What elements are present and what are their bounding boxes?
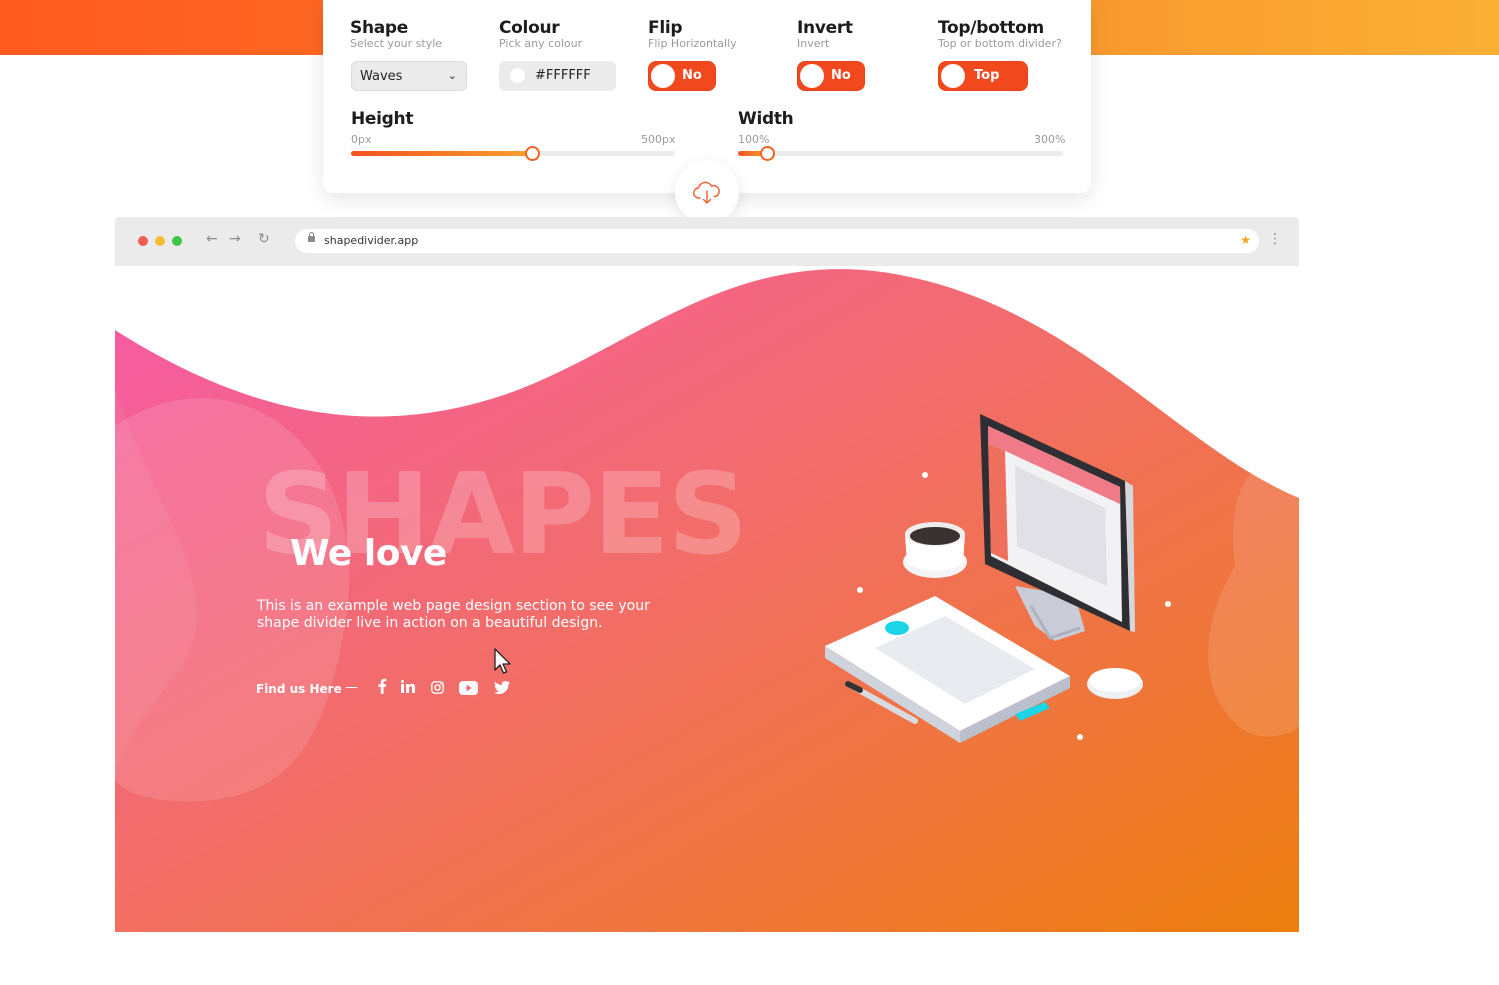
topbottom-toggle-label: Top bbox=[974, 68, 1000, 83]
invert-label: Invert bbox=[797, 18, 853, 38]
lock-icon bbox=[308, 232, 315, 242]
width-slider-thumb[interactable] bbox=[760, 146, 776, 161]
linkedin-icon[interactable] bbox=[401, 680, 415, 693]
facebook-icon[interactable] bbox=[377, 678, 387, 694]
height-slider-fill bbox=[351, 151, 533, 156]
height-slider-thumb[interactable] bbox=[525, 146, 541, 161]
width-slider[interactable] bbox=[738, 146, 1063, 161]
mouse-cursor-icon bbox=[494, 648, 511, 674]
colour-control: Colour Pick any colour bbox=[499, 18, 582, 50]
height-max: 500px bbox=[641, 133, 676, 146]
width-label: Width bbox=[738, 109, 794, 129]
colour-value: #FFFFFF bbox=[535, 68, 591, 83]
toggle-knob bbox=[800, 64, 824, 88]
shape-control: Shape Select your style bbox=[350, 18, 442, 50]
invert-toggle[interactable]: No bbox=[797, 61, 865, 91]
flip-sublabel: Flip Horizontally bbox=[648, 37, 737, 50]
toggle-knob bbox=[941, 64, 965, 88]
toggle-knob bbox=[651, 64, 675, 88]
find-us-label: Find us Here bbox=[256, 682, 342, 696]
height-min: 0px bbox=[351, 133, 372, 146]
colour-sublabel: Pick any colour bbox=[499, 37, 583, 50]
colour-input[interactable]: #FFFFFF bbox=[499, 61, 616, 91]
invert-control: Invert Invert bbox=[797, 18, 853, 50]
forward-arrow-icon[interactable]: → bbox=[229, 231, 241, 247]
topbottom-label: Top/bottom bbox=[938, 18, 1044, 38]
height-slider[interactable] bbox=[351, 146, 675, 161]
window-minimize-dot[interactable] bbox=[155, 236, 165, 246]
download-button[interactable] bbox=[675, 160, 739, 224]
window-maximize-dot[interactable] bbox=[172, 236, 182, 246]
cloud-download-icon bbox=[693, 181, 720, 204]
shape-select[interactable]: Waves ⌄ bbox=[351, 61, 467, 91]
address-bar[interactable]: shapedivider.app ★ bbox=[295, 229, 1259, 253]
flip-control: Flip Flip Horizontally bbox=[648, 18, 737, 50]
invert-toggle-label: No bbox=[831, 68, 851, 83]
hero-section: SHAPES We love This is an example web pa… bbox=[115, 266, 1299, 932]
topbottom-control: Top/bottom Top or bottom divider? bbox=[938, 18, 1062, 50]
height-label: Height bbox=[351, 109, 414, 129]
kebab-menu-icon[interactable]: ⋮ bbox=[1268, 232, 1282, 246]
star-icon[interactable]: ★ bbox=[1240, 233, 1251, 247]
twitter-icon[interactable] bbox=[494, 681, 510, 694]
hero-description: This is an example web page design secti… bbox=[257, 598, 650, 631]
topbottom-sublabel: Top or bottom divider? bbox=[938, 37, 1062, 50]
colour-swatch[interactable] bbox=[510, 68, 525, 83]
topbottom-toggle[interactable]: Top bbox=[938, 61, 1028, 91]
back-arrow-icon[interactable]: ← bbox=[206, 231, 218, 247]
youtube-icon[interactable] bbox=[459, 681, 478, 695]
flip-label: Flip bbox=[648, 18, 683, 38]
separator-dash: — bbox=[345, 680, 358, 695]
url-text: shapedivider.app bbox=[324, 234, 419, 247]
browser-toolbar: ← → ↻ shapedivider.app ★ ⋮ bbox=[115, 217, 1299, 266]
invert-sublabel: Invert bbox=[797, 37, 830, 50]
reload-icon[interactable]: ↻ bbox=[258, 231, 270, 247]
hero-headline: We love bbox=[290, 533, 447, 574]
width-max: 300% bbox=[1034, 133, 1066, 146]
shape-sublabel: Select your style bbox=[350, 37, 443, 50]
shape-select-value: Waves bbox=[360, 69, 403, 84]
shape-label: Shape bbox=[350, 18, 409, 38]
chevron-down-icon: ⌄ bbox=[447, 69, 457, 82]
instagram-icon[interactable] bbox=[431, 681, 444, 694]
width-min: 100% bbox=[738, 133, 770, 146]
flip-toggle-label: No bbox=[682, 68, 702, 83]
window-close-dot[interactable] bbox=[138, 236, 148, 246]
flip-toggle[interactable]: No bbox=[648, 61, 716, 91]
colour-label: Colour bbox=[499, 18, 560, 38]
